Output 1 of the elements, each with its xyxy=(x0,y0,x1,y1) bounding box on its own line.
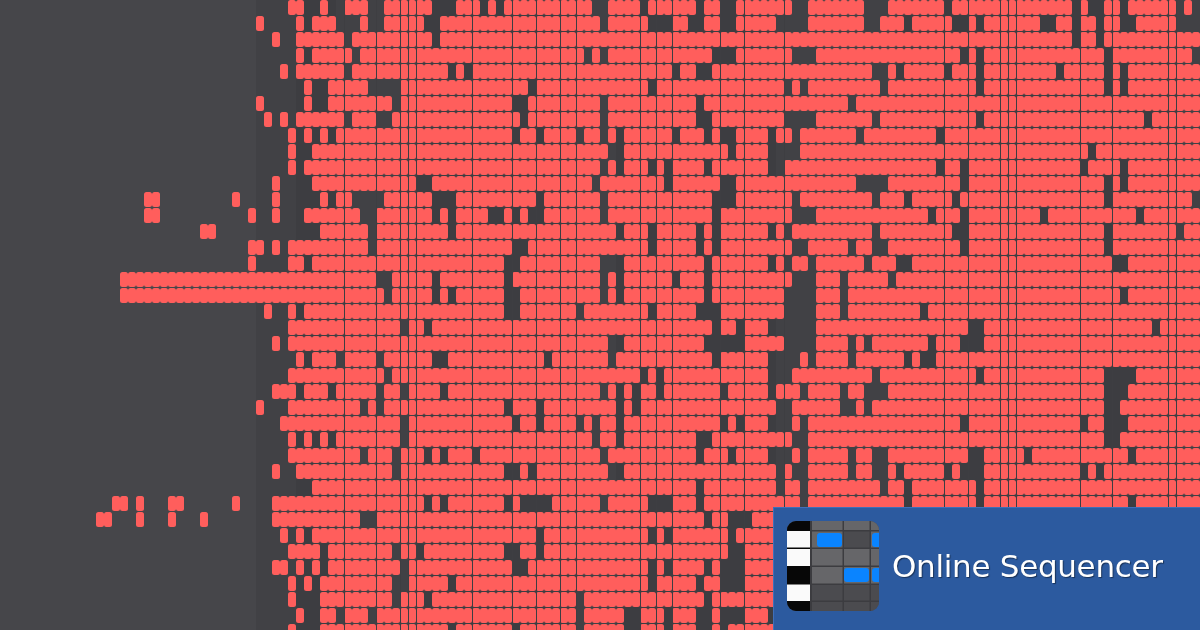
brand-name: Online Sequencer xyxy=(892,548,1163,584)
